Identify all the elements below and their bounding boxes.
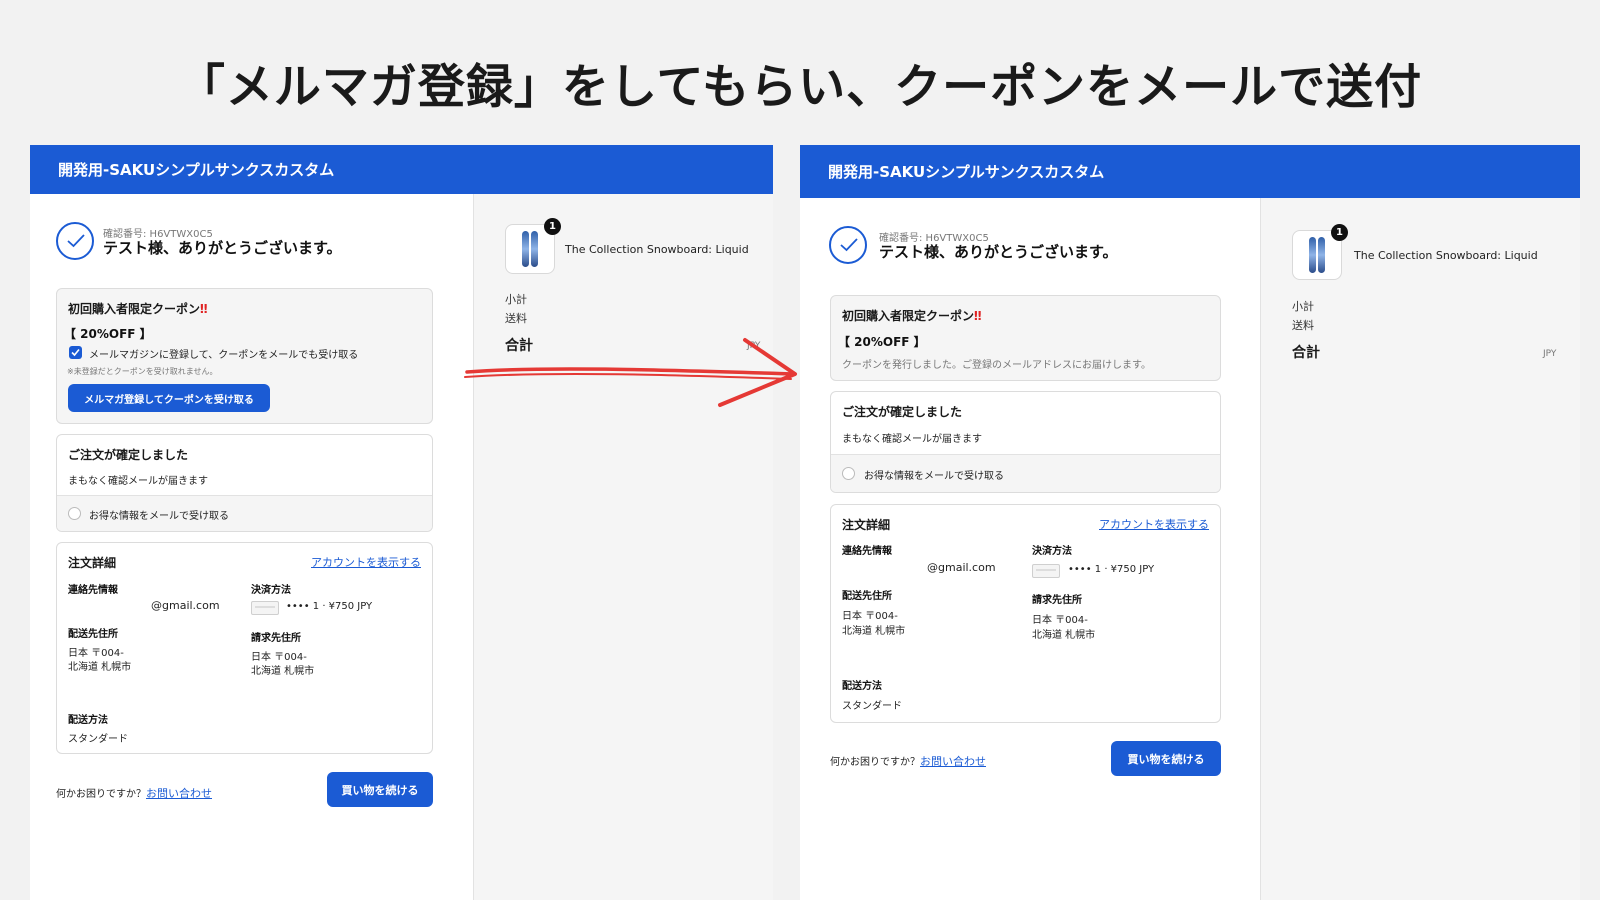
shipping-label: 送料 (505, 312, 527, 325)
order-summary-panel: 1 The Collection Snowboard: Liquid 小計 送料… (1260, 198, 1580, 900)
product-thumbnail: 1 (1292, 224, 1348, 280)
store-name: 開発用-SAKUシンプルサンクスカスタム (58, 161, 335, 179)
quantity-badge: 1 (1331, 224, 1348, 241)
payment-label: 決済方法 (251, 585, 291, 596)
payment-value: •••• 1 · ¥750 JPY (1068, 564, 1155, 575)
marketing-opt-in-checkbox[interactable] (68, 507, 81, 520)
help-text: 何かお困りですか？お問い合わせ (830, 755, 986, 768)
shipping-method-value: スタンダード (68, 734, 128, 745)
subtotal-label: 小計 (1292, 300, 1314, 313)
coupon-card: 初回購入者限定クーポン‼ 【 20%OFF 】 クーポンを発行しました。ご登録の… (830, 295, 1221, 381)
credit-card-icon (1032, 564, 1060, 578)
help-text: 何かお困りですか？お問い合わせ (56, 787, 212, 800)
contact-us-link[interactable]: お問い合わせ (920, 755, 986, 768)
check-circle-icon (56, 222, 94, 260)
store-header: 開発用-SAKUシンプルサンクスカスタム (30, 145, 773, 194)
marketing-opt-in-checkbox[interactable] (842, 467, 855, 480)
store-header: 開発用-SAKUシンプルサンクスカスタム (800, 145, 1580, 198)
shipping-address-line2: 北海道 札幌市 (842, 626, 906, 637)
billing-address-line1: 日本 〒004- (1032, 615, 1088, 626)
continue-shopping-button[interactable]: 買い物を続ける (327, 772, 433, 807)
shipping-address-line2: 北海道 札幌市 (68, 662, 132, 673)
shipping-method-label: 配送方法 (842, 681, 882, 692)
payment-value: •••• 1 · ¥750 JPY (286, 601, 373, 612)
currency-label: JPY (1543, 349, 1557, 359)
shipping-method-value: スタンダード (842, 701, 902, 712)
billing-address-line2: 北海道 札幌市 (251, 666, 315, 677)
order-confirmed-card: ご注文が確定しました まもなく確認メールが届きます お得な情報をメールで受け取る (56, 434, 433, 532)
newsletter-checkbox[interactable] (69, 346, 82, 359)
order-summary-panel: 1 The Collection Snowboard: Liquid 小計 送料… (473, 194, 773, 900)
transition-arrow-icon (464, 338, 797, 407)
continue-shopping-button[interactable]: 買い物を続ける (1111, 741, 1221, 776)
coupon-title: 初回購入者限定クーポン‼ (68, 302, 208, 316)
order-confirmed-subtitle: まもなく確認メールが届きます (842, 434, 982, 445)
shipping-label: 送料 (1292, 319, 1314, 332)
alert-mark-icon: ‼ (974, 309, 982, 323)
account-link[interactable]: アカウントを表示する (1099, 516, 1209, 532)
slide-title: 「メルマガ登録」をしてもらい、クーポンをメールで送付 (177, 60, 1423, 115)
marketing-opt-in-label: お得な情報をメールで受け取る (864, 471, 1004, 482)
coupon-title: 初回購入者限定クーポン‼ (842, 309, 982, 323)
shipping-address-line1: 日本 〒004- (842, 611, 898, 622)
marketing-opt-in-row: お得な情報をメールで受け取る (831, 454, 1220, 492)
order-confirmed-title: ご注文が確定しました (68, 448, 189, 462)
check-circle-icon (829, 226, 867, 264)
contact-us-link[interactable]: お問い合わせ (146, 787, 212, 800)
contact-label: 連絡先情報 (842, 546, 892, 557)
order-details-title: 注文詳細 (842, 518, 891, 532)
order-confirmed-title: ご注文が確定しました (842, 405, 963, 419)
thanks-message: テスト様、ありがとうございます。 (103, 239, 342, 257)
coupon-card: 初回購入者限定クーポン‼ 【 20%OFF 】 メールマガジンに登録して、クーポ… (56, 288, 433, 424)
coupon-discount: 【 20%OFF 】 (838, 335, 926, 349)
total-label: 合計 (1292, 345, 1320, 361)
coupon-note: ※未登録だとクーポンを受け取れません。 (67, 367, 218, 376)
after-screenshot: 開発用-SAKUシンプルサンクスカスタム 確認番号: H6VTWX0C5 テスト… (800, 145, 1580, 900)
product-name: The Collection Snowboard: Liquid (565, 243, 749, 256)
order-confirmed-subtitle: まもなく確認メールが届きます (68, 476, 208, 487)
thanks-message: テスト様、ありがとうございます。 (879, 243, 1118, 261)
contact-value: @gmail.com (151, 599, 220, 612)
shipping-address-label: 配送先住所 (68, 629, 118, 640)
product-name: The Collection Snowboard: Liquid (1354, 249, 1538, 262)
billing-address-line1: 日本 〒004- (251, 652, 307, 663)
order-details-card: 注文詳細 アカウントを表示する 連絡先情報 @gmail.com 決済方法 ••… (56, 542, 433, 754)
shipping-method-label: 配送方法 (68, 715, 108, 726)
quantity-badge: 1 (544, 218, 561, 235)
billing-address-label: 請求先住所 (1032, 595, 1082, 606)
store-name: 開発用-SAKUシンプルサンクスカスタム (828, 163, 1105, 181)
account-link[interactable]: アカウントを表示する (311, 554, 421, 570)
order-confirmed-card: ご注文が確定しました まもなく確認メールが届きます お得な情報をメールで受け取る (830, 391, 1221, 493)
newsletter-signup-button[interactable]: メルマガ登録してクーポンを受け取る (68, 384, 270, 412)
before-screenshot: 開発用-SAKUシンプルサンクスカスタム 確認番号: H6VTWX0C5 テスト… (30, 145, 773, 900)
shipping-address-line1: 日本 〒004- (68, 648, 124, 659)
shipping-address-label: 配送先住所 (842, 591, 892, 602)
marketing-opt-in-label: お得な情報をメールで受け取る (89, 511, 229, 522)
credit-card-icon (251, 601, 279, 615)
order-details-card: 注文詳細 アカウントを表示する 連絡先情報 @gmail.com 決済方法 ••… (830, 504, 1221, 723)
newsletter-checkbox-label: メールマガジンに登録して、クーポンをメールでも受け取る (89, 350, 359, 361)
coupon-issued-message: クーポンを発行しました。ご登録のメールアドレスにお届けします。 (842, 360, 1151, 371)
product-thumbnail: 1 (505, 218, 561, 274)
contact-value: @gmail.com (927, 561, 996, 574)
subtotal-label: 小計 (505, 293, 527, 306)
billing-address-line2: 北海道 札幌市 (1032, 630, 1096, 641)
payment-label: 決済方法 (1032, 546, 1072, 557)
marketing-opt-in-row: お得な情報をメールで受け取る (57, 495, 432, 531)
alert-mark-icon: ‼ (200, 302, 208, 316)
order-details-title: 注文詳細 (68, 556, 117, 570)
contact-label: 連絡先情報 (68, 585, 118, 596)
coupon-discount: 【 20%OFF 】 (64, 327, 152, 341)
billing-address-label: 請求先住所 (251, 633, 301, 644)
